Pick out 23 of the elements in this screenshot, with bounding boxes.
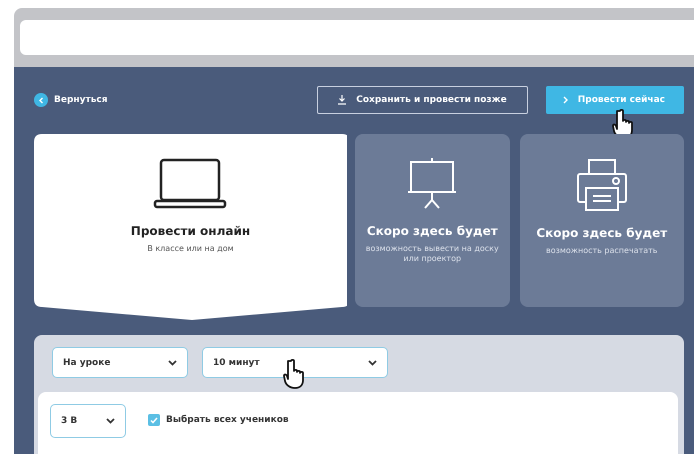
chevron-right-icon [562, 96, 568, 104]
mode-title: Провести онлайн [130, 224, 250, 238]
mode-subtitle: В классе или на дом [147, 244, 234, 254]
chevron-down-icon [368, 360, 377, 366]
download-icon [338, 95, 346, 105]
class-dropdown[interactable]: 3 В [50, 404, 126, 438]
checkbox[interactable] [148, 414, 160, 426]
mode-title: Скоро здесь будет [366, 224, 498, 238]
dropdown[interactable]: На уроке [52, 347, 188, 378]
back-button[interactable]: Вернуться [34, 93, 108, 107]
save-later-button[interactable]: Сохранить и провести позже [317, 86, 528, 114]
mode-title: Скоро здесь будет [536, 226, 668, 240]
mode-card[interactable]: Провести онлайн В классе или на дом [34, 134, 347, 320]
projector-screen-icon [406, 158, 458, 210]
chevron-down-icon [168, 360, 177, 366]
printer-icon [576, 158, 628, 212]
mode-card[interactable]: Скоро здесь будет возможность распечатать [520, 134, 684, 307]
mode-subtitle: возможность распечатать [546, 246, 658, 256]
laptop-icon [153, 158, 228, 210]
select-all-label: Выбрать всех учеников [166, 415, 289, 425]
chevron-down-icon [106, 418, 115, 424]
mode-subtitle: возможность вывести на доску или проектор [364, 244, 500, 265]
mode-card[interactable]: Скоро здесь будет возможность вывести на доску или проектор [354, 134, 510, 307]
